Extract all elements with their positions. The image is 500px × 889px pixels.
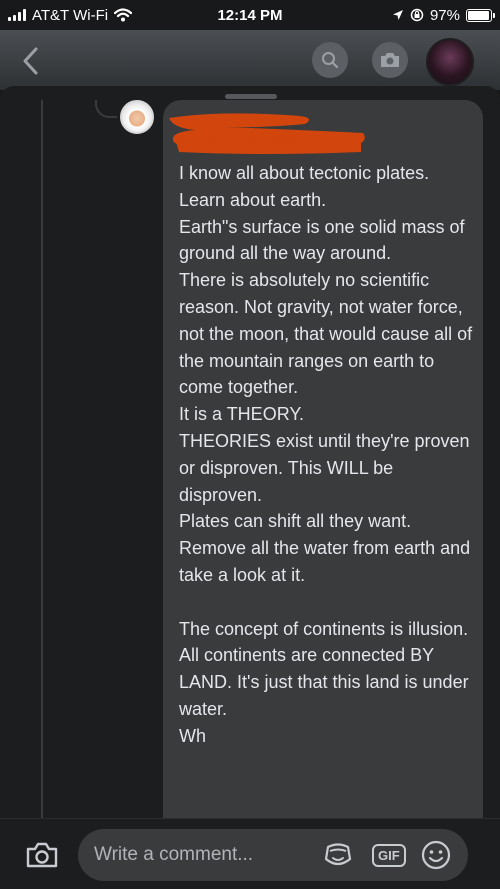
signal-icon: [8, 9, 26, 21]
header-camera-button[interactable]: [372, 42, 408, 78]
battery-fill: [468, 10, 490, 20]
screen-lock-icon: [410, 8, 424, 22]
thread-connector: [95, 100, 117, 118]
commenter-avatar[interactable]: [120, 100, 154, 134]
back-chevron-icon: [23, 47, 38, 75]
comment-composer: GIF: [0, 818, 500, 889]
comments-sheet: I know all about tectonic plates. Learn …: [0, 86, 500, 889]
status-left: AT&T Wi-Fi: [8, 6, 133, 24]
thread-line: [41, 100, 43, 829]
search-icon: [322, 52, 339, 69]
status-right: 97%: [392, 6, 495, 24]
profile-avatar[interactable]: [426, 38, 474, 86]
gif-icon: GIF: [372, 843, 406, 867]
composer-camera-button[interactable]: [22, 837, 62, 873]
camera-icon: [26, 842, 58, 868]
battery-percent: 97%: [429, 6, 460, 24]
comment-input[interactable]: [78, 829, 468, 881]
battery-icon: [466, 8, 495, 22]
emoji-button[interactable]: [420, 839, 452, 871]
comment-text: I know all about tectonic plates. Learn …: [179, 163, 473, 746]
redaction-mark: [169, 113, 365, 154]
comment-bubble: I know all about tectonic plates. Learn …: [163, 100, 483, 840]
carrier-label: AT&T Wi-Fi: [32, 6, 109, 24]
camera-icon: [381, 53, 399, 67]
drag-handle[interactable]: [225, 94, 277, 99]
sticker-icon: [324, 843, 352, 866]
gif-button[interactable]: GIF: [372, 839, 406, 871]
status-bar: AT&T Wi-Fi 12:14 PM 97%: [0, 0, 500, 30]
location-arrow-icon: [392, 10, 403, 20]
search-button[interactable]: [312, 42, 348, 78]
emoji-icon: [421, 840, 451, 870]
page-header: [0, 30, 500, 90]
back-button[interactable]: [14, 44, 46, 78]
wifi-icon: [114, 8, 133, 22]
sticker-button[interactable]: [322, 839, 354, 871]
